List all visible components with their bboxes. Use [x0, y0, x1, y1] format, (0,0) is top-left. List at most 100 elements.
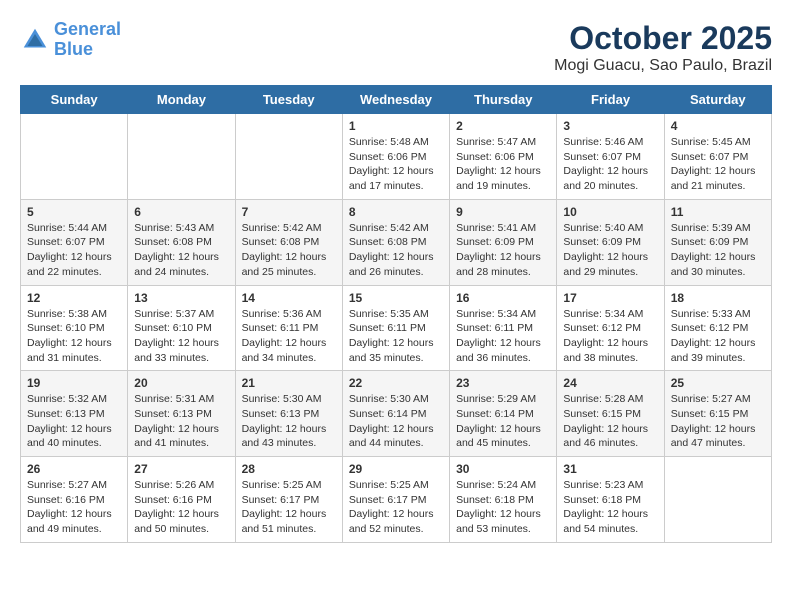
cell-info: Sunrise: 5:37 AMSunset: 6:10 PMDaylight:… [134, 307, 228, 366]
cell-info: Sunrise: 5:32 AMSunset: 6:13 PMDaylight:… [27, 392, 121, 451]
sunset-text: Sunset: 6:12 PM [671, 321, 765, 336]
day-number: 5 [27, 205, 121, 219]
calendar-cell: 26Sunrise: 5:27 AMSunset: 6:16 PMDayligh… [21, 457, 128, 543]
calendar-cell: 24Sunrise: 5:28 AMSunset: 6:15 PMDayligh… [557, 371, 664, 457]
cell-info: Sunrise: 5:42 AMSunset: 6:08 PMDaylight:… [349, 221, 443, 280]
cell-info: Sunrise: 5:26 AMSunset: 6:16 PMDaylight:… [134, 478, 228, 537]
calendar-cell: 16Sunrise: 5:34 AMSunset: 6:11 PMDayligh… [450, 285, 557, 371]
calendar-week-1: 1Sunrise: 5:48 AMSunset: 6:06 PMDaylight… [21, 114, 772, 200]
sunrise-text: Sunrise: 5:31 AM [134, 392, 228, 407]
sunset-text: Sunset: 6:16 PM [27, 493, 121, 508]
calendar-cell: 13 Sunrise: 5:37 AMSunset: 6:10 PMDayligh… [128, 285, 235, 371]
cell-info: Sunrise: 5:43 AMSunset: 6:08 PMDaylight:… [134, 221, 228, 280]
calendar-cell [664, 457, 771, 543]
daylight-text: Daylight: 12 hours and 43 minutes. [242, 422, 336, 451]
day-number: 13 [134, 291, 228, 305]
logo-line2: Blue [54, 39, 93, 59]
calendar-week-3: 12 Sunrise: 5:38 AMSunset: 6:10 PMDayligh… [21, 285, 772, 371]
day-number: 17 [563, 291, 657, 305]
day-number: 30 [456, 462, 550, 476]
cell-info: Sunrise: 5:47 AMSunset: 6:06 PMDaylight:… [456, 135, 550, 194]
day-number: 18 [671, 291, 765, 305]
cell-info: Sunrise: 5:45 AMSunset: 6:07 PMDaylight:… [671, 135, 765, 194]
sunset-text: Sunset: 6:18 PM [456, 493, 550, 508]
sunrise-text: Sunrise: 5:25 AM [349, 478, 443, 493]
calendar-cell [235, 114, 342, 200]
day-number: 6 [134, 205, 228, 219]
sunrise-text: Sunrise: 5:30 AM [349, 392, 443, 407]
day-number: 16 [456, 291, 550, 305]
day-number: 27 [134, 462, 228, 476]
cell-info: Sunrise: 5:25 AMSunset: 6:17 PMDaylight:… [349, 478, 443, 537]
day-number: 1 [349, 119, 443, 133]
sunrise-text: Sunrise: 5:23 AM [563, 478, 657, 493]
cell-info: Sunrise: 5:40 AMSunset: 6:09 PMDaylight:… [563, 221, 657, 280]
sunset-text: Sunset: 6:07 PM [671, 150, 765, 165]
sunrise-text: Sunrise: 5:45 AM [671, 135, 765, 150]
calendar-week-2: 5Sunrise: 5:44 AMSunset: 6:07 PMDaylight… [21, 199, 772, 285]
cell-info: Sunrise: 5:25 AMSunset: 6:17 PMDaylight:… [242, 478, 336, 537]
calendar-week-4: 19Sunrise: 5:32 AMSunset: 6:13 PMDayligh… [21, 371, 772, 457]
day-number: 12 [27, 291, 121, 305]
sunset-text: Sunset: 6:15 PM [563, 407, 657, 422]
sunset-text: Sunset: 6:17 PM [349, 493, 443, 508]
sunrise-text: Sunrise: 5:27 AM [671, 392, 765, 407]
calendar-cell: 29Sunrise: 5:25 AMSunset: 6:17 PMDayligh… [342, 457, 449, 543]
daylight-text: Daylight: 12 hours and 50 minutes. [134, 507, 228, 536]
cell-info: Sunrise: 5:27 AMSunset: 6:15 PMDaylight:… [671, 392, 765, 451]
sunset-text: Sunset: 6:11 PM [349, 321, 443, 336]
calendar-cell: 21Sunrise: 5:30 AMSunset: 6:13 PMDayligh… [235, 371, 342, 457]
sunrise-text: Sunrise: 5:39 AM [671, 221, 765, 236]
day-number: 2 [456, 119, 550, 133]
sunset-text: Sunset: 6:13 PM [27, 407, 121, 422]
calendar-cell: 18 Sunrise: 5:33 AMSunset: 6:12 PMDayligh… [664, 285, 771, 371]
daylight-text: Daylight: 12 hours and 30 minutes. [671, 250, 765, 279]
sunrise-text: Sunrise: 5:37 AM [134, 307, 228, 322]
sunset-text: Sunset: 6:09 PM [456, 235, 550, 250]
calendar-week-5: 26Sunrise: 5:27 AMSunset: 6:16 PMDayligh… [21, 457, 772, 543]
day-number: 21 [242, 376, 336, 390]
day-number: 20 [134, 376, 228, 390]
sunset-text: Sunset: 6:09 PM [671, 235, 765, 250]
sunset-text: Sunset: 6:07 PM [563, 150, 657, 165]
sunrise-text: Sunrise: 5:46 AM [563, 135, 657, 150]
sunset-text: Sunset: 6:13 PM [134, 407, 228, 422]
daylight-text: Daylight: 12 hours and 49 minutes. [27, 507, 121, 536]
day-number: 10 [563, 205, 657, 219]
cell-info: Sunrise: 5:38 AMSunset: 6:10 PMDaylight:… [27, 307, 121, 366]
cell-info: Sunrise: 5:35 AMSunset: 6:11 PMDaylight:… [349, 307, 443, 366]
daylight-text: Daylight: 12 hours and 31 minutes. [27, 336, 121, 365]
calendar-cell: 11Sunrise: 5:39 AMSunset: 6:09 PMDayligh… [664, 199, 771, 285]
calendar-cell: 15Sunrise: 5:35 AMSunset: 6:11 PMDayligh… [342, 285, 449, 371]
daylight-text: Daylight: 12 hours and 22 minutes. [27, 250, 121, 279]
calendar-cell: 20Sunrise: 5:31 AMSunset: 6:13 PMDayligh… [128, 371, 235, 457]
cell-info: Sunrise: 5:24 AMSunset: 6:18 PMDaylight:… [456, 478, 550, 537]
day-number: 4 [671, 119, 765, 133]
calendar-cell: 12 Sunrise: 5:38 AMSunset: 6:10 PMDayligh… [21, 285, 128, 371]
calendar-cell: 31Sunrise: 5:23 AMSunset: 6:18 PMDayligh… [557, 457, 664, 543]
cell-info: Sunrise: 5:33 AMSunset: 6:12 PMDaylight:… [671, 307, 765, 366]
sunset-text: Sunset: 6:18 PM [563, 493, 657, 508]
calendar-cell: 9Sunrise: 5:41 AMSunset: 6:09 PMDaylight… [450, 199, 557, 285]
sunrise-text: Sunrise: 5:26 AM [134, 478, 228, 493]
day-number: 25 [671, 376, 765, 390]
calendar-cell: 6 Sunrise: 5:43 AMSunset: 6:08 PMDaylight… [128, 199, 235, 285]
sunrise-text: Sunrise: 5:32 AM [27, 392, 121, 407]
sunrise-text: Sunrise: 5:27 AM [27, 478, 121, 493]
sunrise-text: Sunrise: 5:41 AM [456, 221, 550, 236]
daylight-text: Daylight: 12 hours and 53 minutes. [456, 507, 550, 536]
calendar-cell [21, 114, 128, 200]
day-number: 7 [242, 205, 336, 219]
weekday-header-sunday: Sunday [21, 86, 128, 114]
sunset-text: Sunset: 6:10 PM [134, 321, 228, 336]
logo-line1: General [54, 19, 121, 39]
daylight-text: Daylight: 12 hours and 17 minutes. [349, 164, 443, 193]
sunset-text: Sunset: 6:17 PM [242, 493, 336, 508]
day-number: 9 [456, 205, 550, 219]
weekday-header-monday: Monday [128, 86, 235, 114]
sunset-text: Sunset: 6:09 PM [563, 235, 657, 250]
sunrise-text: Sunrise: 5:25 AM [242, 478, 336, 493]
cell-info: Sunrise: 5:34 AMSunset: 6:12 PMDaylight:… [563, 307, 657, 366]
sunset-text: Sunset: 6:06 PM [456, 150, 550, 165]
title-section: October 2025 Mogi Guacu, Sao Paulo, Braz… [554, 20, 772, 75]
